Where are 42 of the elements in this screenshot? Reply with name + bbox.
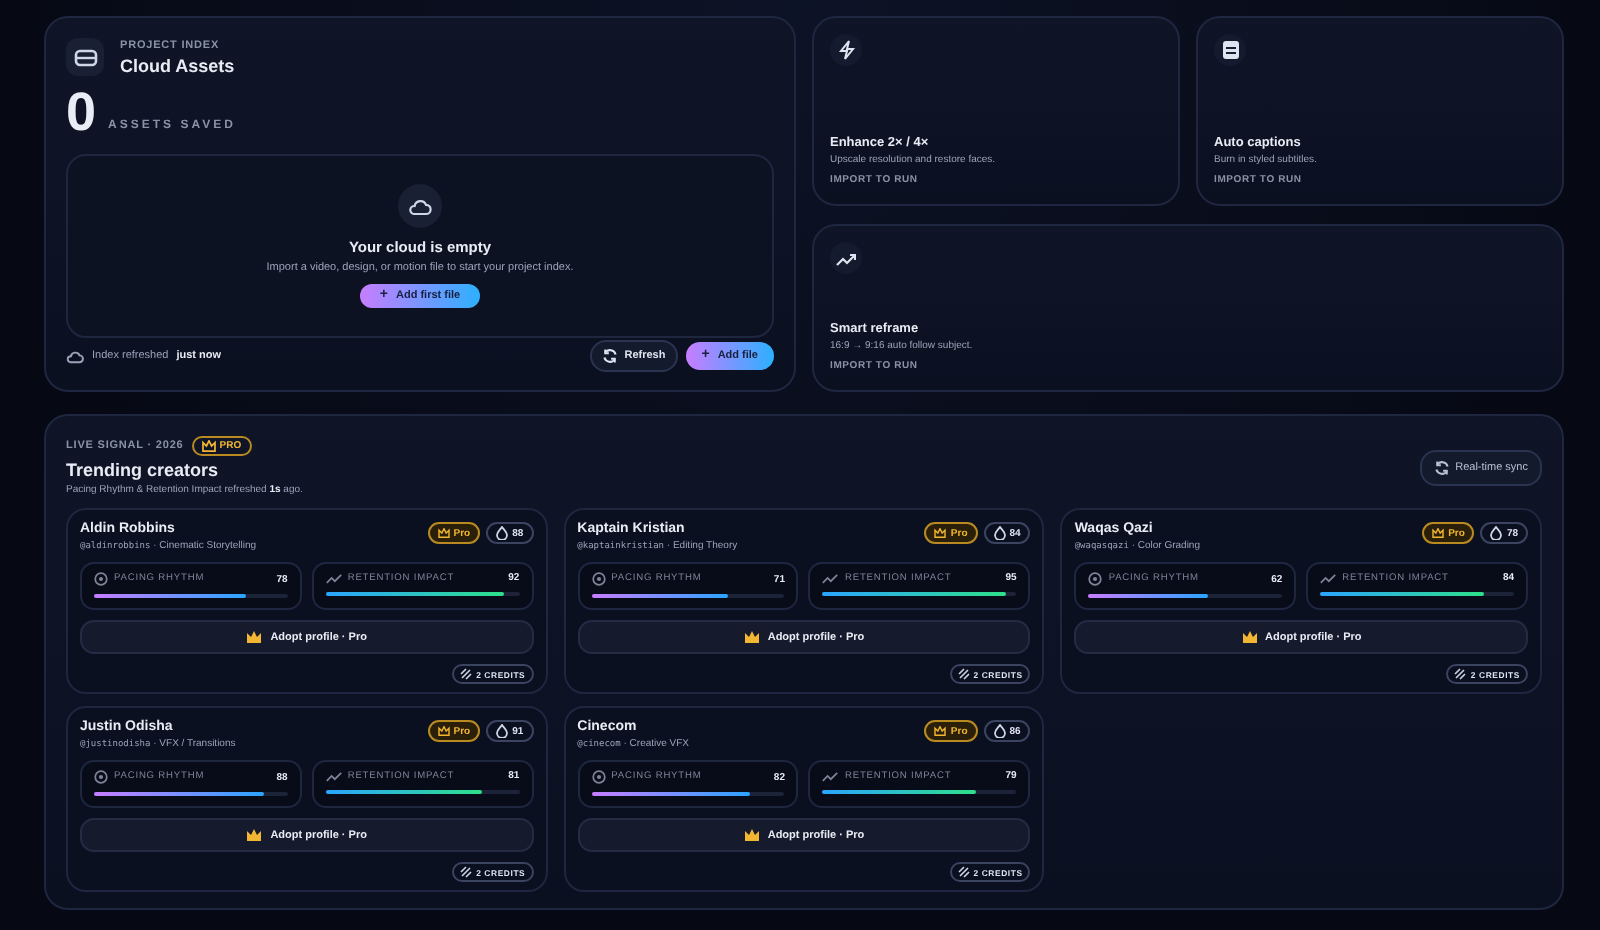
crown-icon bbox=[437, 726, 450, 736]
crown-icon bbox=[743, 630, 760, 644]
trend-up-icon bbox=[822, 770, 839, 782]
target-icon bbox=[94, 572, 108, 586]
panel-title: Cloud Assets bbox=[120, 55, 235, 75]
drop-icon bbox=[496, 526, 509, 540]
cloud-icon bbox=[398, 184, 442, 228]
target-icon bbox=[94, 770, 108, 784]
drop-icon bbox=[496, 724, 509, 738]
drive-icon bbox=[66, 38, 104, 76]
crown-icon bbox=[934, 528, 947, 538]
crown-icon bbox=[437, 528, 450, 538]
crown-icon bbox=[246, 630, 263, 644]
stripes-icon bbox=[460, 668, 473, 680]
crown-icon bbox=[743, 828, 760, 842]
drop-icon bbox=[993, 526, 1006, 540]
crown-icon bbox=[1241, 630, 1258, 644]
cloud-icon bbox=[66, 349, 84, 363]
crown-icon bbox=[1432, 528, 1445, 538]
trend-up-icon bbox=[1320, 572, 1337, 584]
film-icon bbox=[1214, 34, 1246, 66]
crown-icon bbox=[201, 440, 216, 452]
drop-icon bbox=[1490, 526, 1503, 540]
lightning-icon bbox=[830, 34, 862, 66]
target-icon bbox=[591, 770, 606, 784]
panel-title: Trending creators bbox=[66, 460, 221, 480]
drop-icon bbox=[993, 724, 1006, 738]
trend-up-icon bbox=[325, 572, 342, 584]
target-icon bbox=[1088, 572, 1103, 586]
stripes-icon bbox=[957, 866, 970, 878]
crown-icon bbox=[246, 828, 263, 842]
refresh-icon bbox=[602, 348, 619, 364]
trend-up-icon bbox=[830, 242, 862, 274]
stripes-icon bbox=[957, 668, 970, 680]
crown-icon bbox=[934, 726, 947, 736]
stripes-icon bbox=[1454, 668, 1467, 680]
asset-count: 0 bbox=[66, 88, 97, 138]
target-icon bbox=[591, 572, 606, 586]
trend-up-icon bbox=[822, 572, 839, 584]
trend-up-icon bbox=[325, 770, 342, 782]
stripes-icon bbox=[460, 866, 473, 878]
refresh-icon bbox=[1433, 460, 1450, 476]
